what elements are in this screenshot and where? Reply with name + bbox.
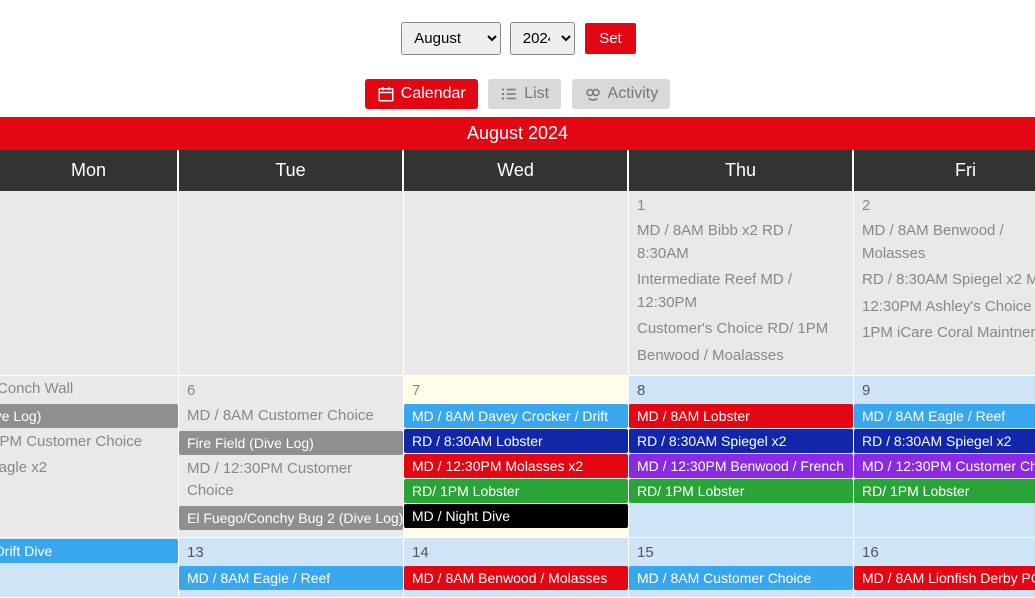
calendar-cell[interactable]: 2MD / 8AM Benwood / MolassesRD / 8:30AM … [854,191,1035,376]
event[interactable]: RD / 8:30AM Spiegel x2 [854,429,1035,453]
calendar-cell[interactable]: 13MD / 8AM Eagle / Reef [179,538,404,598]
event[interactable]: el (Dive Log) [0,404,178,428]
day-header: Thu [629,150,854,191]
event[interactable]: MD / 8AM Customer Choice [179,403,403,430]
view-calendar[interactable]: Calendar [365,79,478,109]
calendar-cell[interactable]: 7MD / 8AM Davey Crocker / DriftRD / 8:30… [404,376,629,538]
event[interactable]: El Fuego/Conchy Bug 2 (Dive Log) [179,506,403,530]
event[interactable]: 8AM Drift Dive [0,539,178,563]
event[interactable]: MD / 8AM Davey Crocker / Drift [404,404,628,428]
calendar-icon [377,85,395,103]
event[interactable]: MD / 8AM Eagle / Reef [179,566,403,590]
event[interactable]: Fire Field (Dive Log) [179,431,403,455]
view-list-label: List [524,85,549,103]
day-header: Tue [179,150,404,191]
calendar-cell[interactable] [404,191,629,376]
day-number: 6 [179,376,403,403]
day-number: 16 [854,538,1035,565]
event[interactable]: RD / 8:30AM Spiegel x2 [629,429,853,453]
event-text: Intermediate Reef MD / 12:30PM [629,267,853,316]
calendar-cell[interactable]: 8AM Drift Dive [0,538,179,598]
day-number: 14 [404,538,628,565]
day-headers: MonTueWedThuFri [0,150,1035,191]
day-number: 15 [629,538,853,565]
day-number: 1 [629,191,853,218]
event[interactable]: MD / 8AM Benwood / Molasses [404,566,628,590]
event[interactable]: RD/ 1PM Lobster [854,479,1035,503]
month-banner: August 2024 [0,117,1035,150]
calendar-cell[interactable]: 15MD / 8AM Customer Choice [629,538,854,598]
day-number: 7 [404,376,628,403]
event[interactable]: RD/ 1PM Lobster [629,479,853,503]
event[interactable]: MD / 8AM Lionfish Derby POI's [854,566,1035,590]
event[interactable]: MD / 8AM Customer Choice [629,566,853,590]
view-list[interactable]: List [488,79,561,109]
event[interactable]: PM Eagle x2 [0,455,178,482]
day-number: 9 [854,376,1035,403]
day-number: 13 [179,538,403,565]
event-text: MD / 8AM Benwood / Molasses [854,218,1035,267]
calendar-cell[interactable]: 9MD / 8AM Eagle / ReefRD / 8:30AM Spiege… [854,376,1035,538]
view-activity-label: Activity [608,85,659,103]
day-number: 8 [629,376,853,403]
event[interactable]: 12:30PM Customer Choice [0,429,178,456]
event-text: 12:30PM Ashley's Choice RD/ [854,294,1035,321]
event[interactable]: MD / 12:30PM Customer Choice [854,454,1035,478]
day-header: Mon [0,150,179,191]
calendar-cell[interactable]: 1MD / 8AM Bibb x2 RD / 8:30AMIntermediat… [629,191,854,376]
view-calendar-label: Calendar [401,85,466,103]
event[interactable]: MD / 12:30PM Benwood / French [629,454,853,478]
event[interactable]: MD / 8AM Lobster [629,404,853,428]
event[interactable]: MD / 12:30PM Customer Choice [179,456,403,505]
calendar-grid: 1MD / 8AM Bibb x2 RD / 8:30AMIntermediat… [0,191,1035,598]
day-header: Wed [404,150,629,191]
calendar-cell[interactable]: 8MD / 8AM LobsterRD / 8:30AM Spiegel x2M… [629,376,854,538]
list-icon [500,85,518,103]
calendar-cell[interactable]: 6MD / 8AM Customer ChoiceFire Field (Div… [179,376,404,538]
event[interactable]: RD/ 1PM Lobster [404,479,628,503]
view-activity[interactable]: Activity [572,79,671,109]
day-number: 2 [854,191,1035,218]
calendar-cell[interactable]: 16MD / 8AM Lionfish Derby POI's [854,538,1035,598]
year-select[interactable]: 2024 [510,22,575,55]
event[interactable]: MD / 8AM Eagle / Reef [854,404,1035,428]
calendar-cell[interactable] [179,191,404,376]
calendar-cell[interactable]: 8AM Conch Wallel (Dive Log)12:30PM Custo… [0,376,179,538]
calendar-cell[interactable] [0,191,179,376]
event[interactable]: RD / 8:30AM Lobster [404,429,628,453]
event[interactable]: 8AM Conch Wall [0,376,178,403]
set-button[interactable]: Set [585,23,636,54]
event-text: Benwood / Moalasses [629,343,853,370]
event-text: 1PM iCare Coral Maintnence [854,320,1035,347]
event-text: RD / 8:30AM Spiegel x2 MD / [854,267,1035,294]
day-header: Fri [854,150,1035,191]
activity-icon [584,85,602,103]
event[interactable]: MD / Night Dive [404,504,628,528]
calendar-cell[interactable]: 14MD / 8AM Benwood / Molasses [404,538,629,598]
event-text: MD / 8AM Bibb x2 RD / 8:30AM [629,218,853,267]
month-select[interactable]: August [401,22,501,55]
event-text: Customer's Choice RD/ 1PM [629,316,853,343]
event[interactable]: MD / 12:30PM Molasses x2 [404,454,628,478]
